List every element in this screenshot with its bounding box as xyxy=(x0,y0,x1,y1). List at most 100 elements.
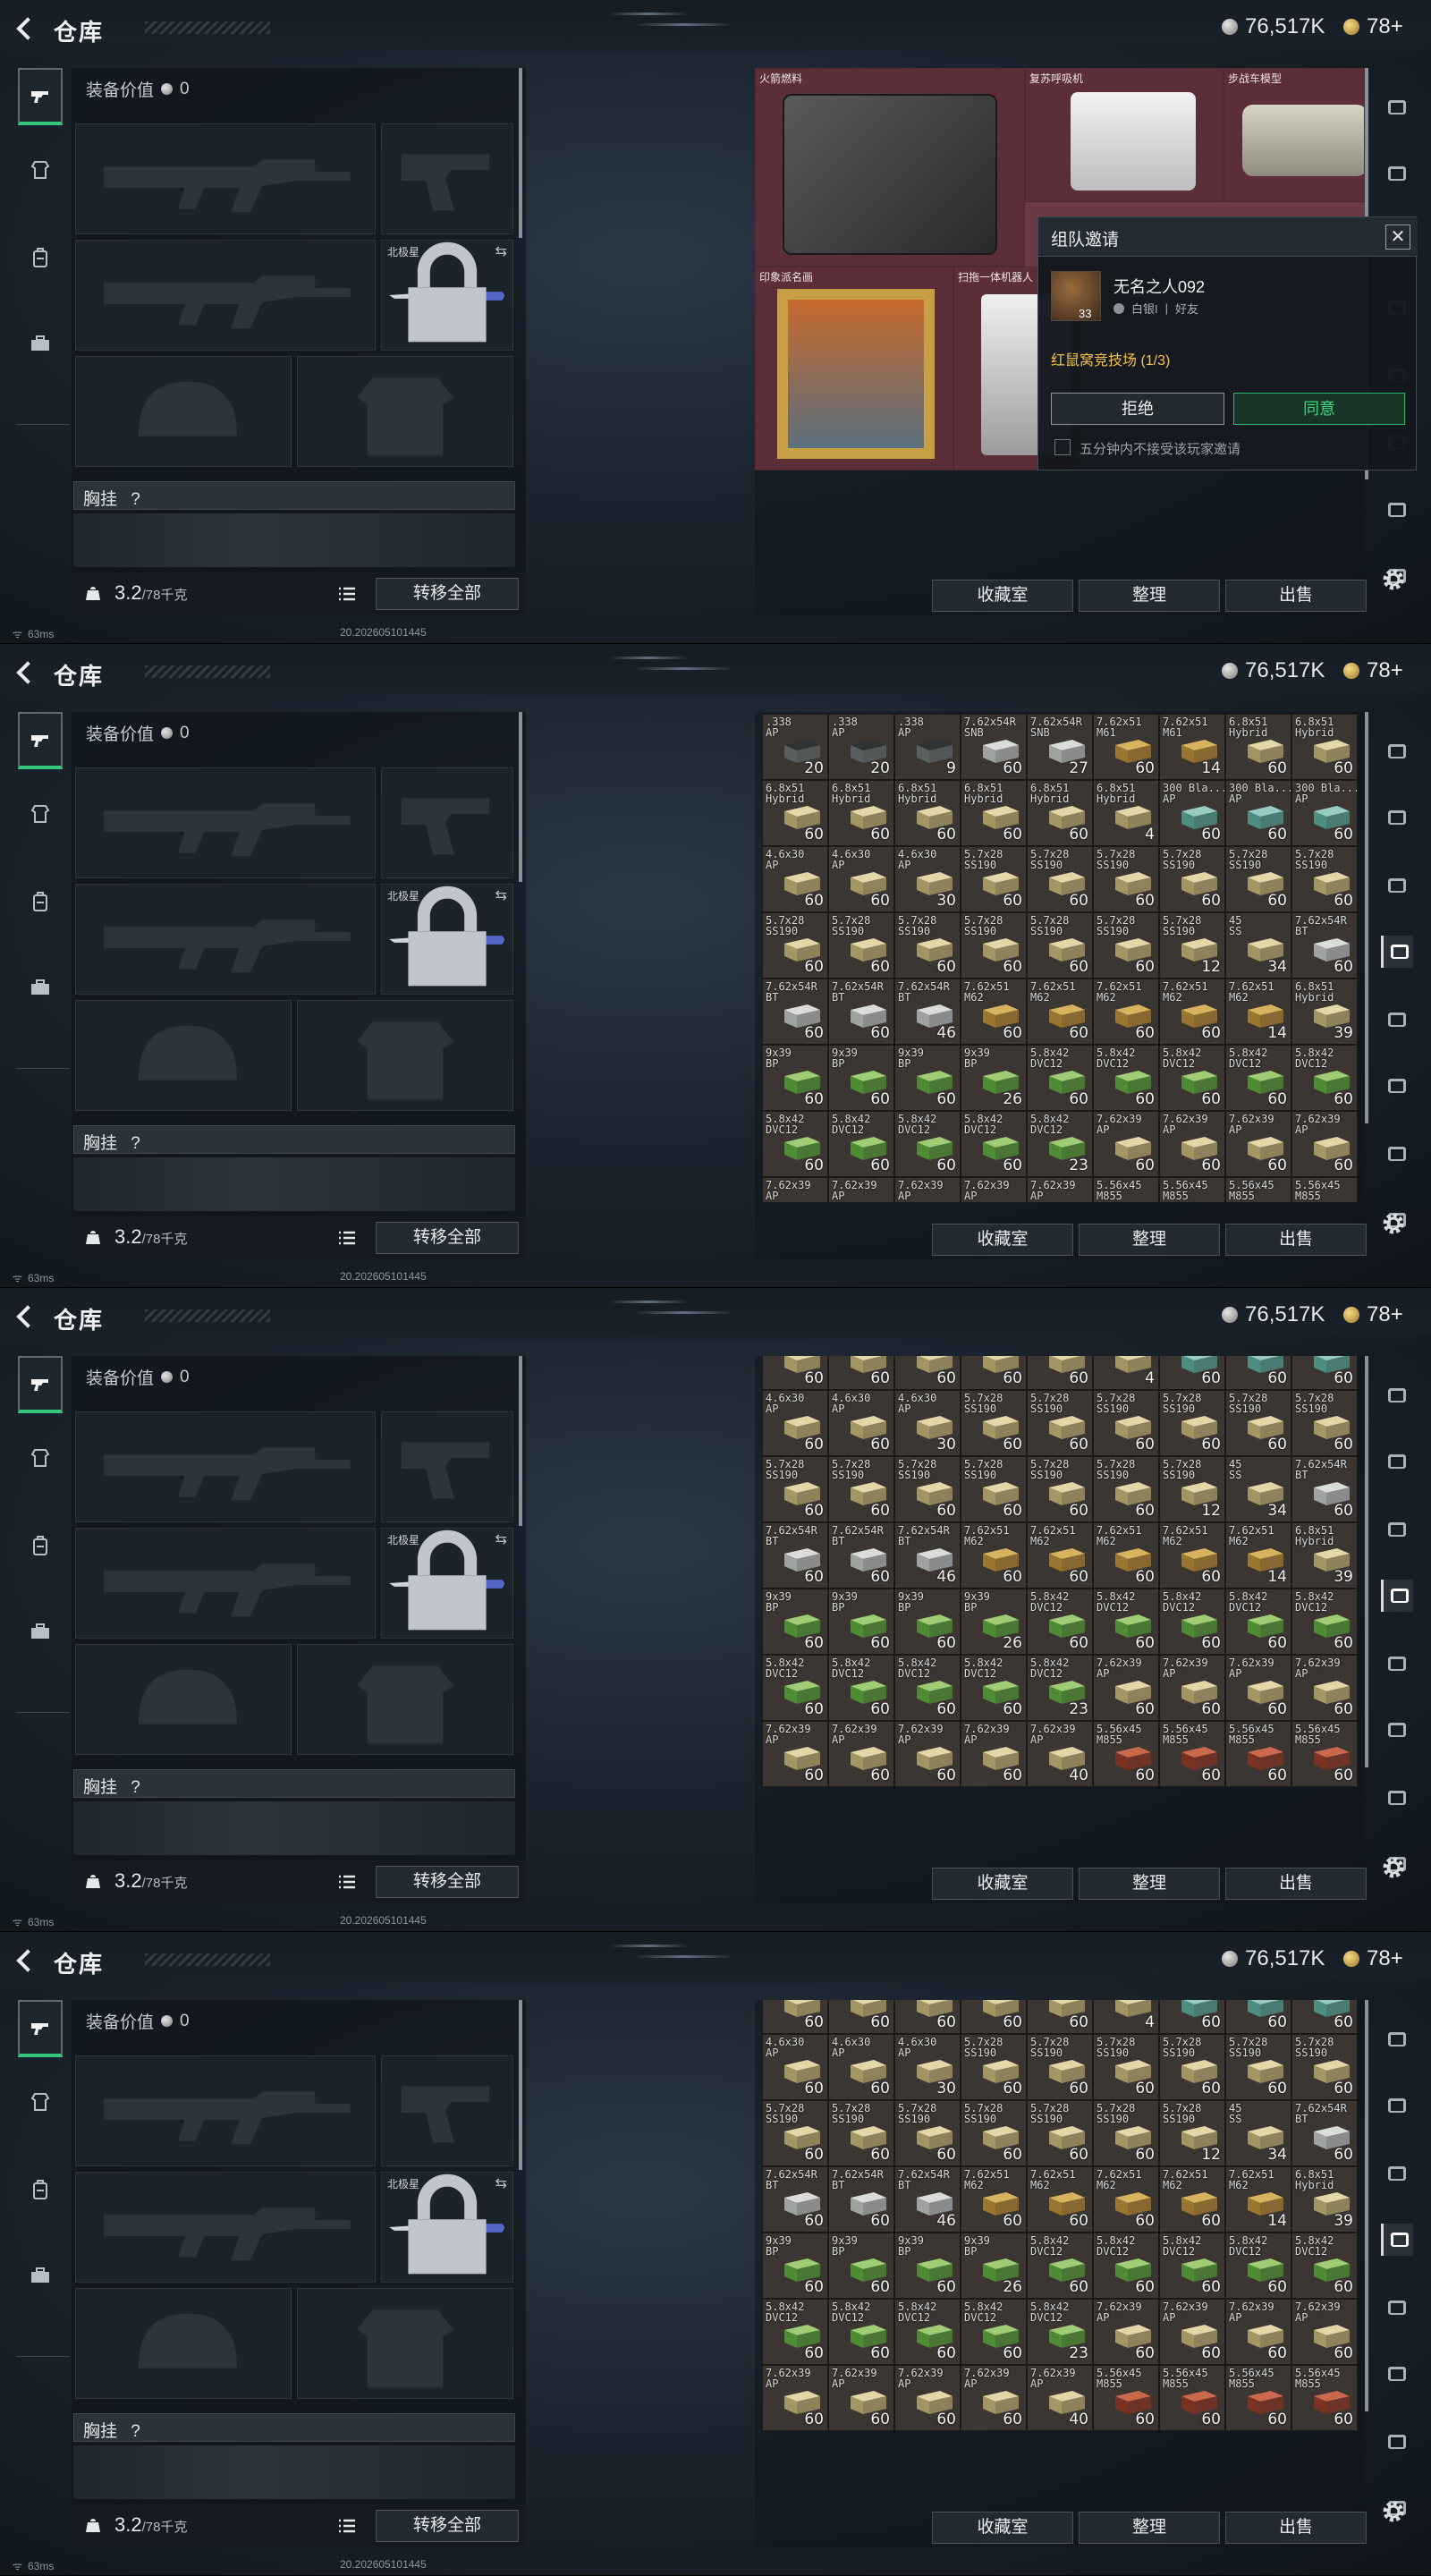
ammo-item[interactable]: 7.62x54R BT 60 xyxy=(1291,2100,1358,2166)
tab-weapons[interactable] xyxy=(18,1356,63,1413)
tab-weapons[interactable] xyxy=(18,712,63,769)
ammo-item[interactable]: 9x39 BP 26 xyxy=(961,1589,1027,1655)
helmet-slot[interactable] xyxy=(75,1644,292,1755)
ammo-item[interactable]: 6.8x51Hybrid60 xyxy=(961,780,1027,846)
currency-display[interactable]: 76,517K xyxy=(1222,14,1325,39)
ammo-item[interactable]: 7.62x39AP60 xyxy=(762,2365,828,2431)
ammo-item[interactable]: 7.62x54R BT 46 xyxy=(894,1522,961,1589)
ammo-item[interactable]: 5.7x28 SS190 60 xyxy=(1159,2034,1225,2100)
currency-display[interactable]: 76,517K xyxy=(1222,658,1325,683)
tab-backpack[interactable] xyxy=(18,1517,63,1574)
ammo-item[interactable]: 4.6x30 AP 60 xyxy=(762,2034,828,2100)
ammo-item[interactable]: 7.62x54R SNB 60 xyxy=(961,714,1027,780)
ammo-item[interactable]: 7.62x39AP60 xyxy=(828,1177,894,1202)
ammo-item[interactable]: 4.6x30 AP 60 xyxy=(828,846,894,912)
tickets-display[interactable]: 78+ xyxy=(1343,14,1403,39)
ammo-item[interactable]: 5.7x28 SS190 60 xyxy=(762,2100,828,2166)
armor-slot[interactable] xyxy=(297,2288,513,2399)
ammo-item[interactable]: 5.8x42 DVC12 23 xyxy=(1027,2299,1093,2365)
ammo-item[interactable]: 300 Bla...AP60 xyxy=(1225,1356,1291,1390)
list-icon[interactable] xyxy=(336,583,358,605)
collection-item[interactable]: 复苏呼吸机 xyxy=(1025,68,1224,202)
storage-page-tab-icon[interactable] xyxy=(1381,157,1413,190)
ammo-item[interactable]: 7.62x39AP40 xyxy=(1027,2365,1093,2431)
ammo-item[interactable]: 5.7x28 SS190 60 xyxy=(961,846,1027,912)
ammo-item[interactable]: 7.62x51 M62 60 xyxy=(1093,979,1159,1045)
ammo-item[interactable]: 6.8x51Hybrid4 xyxy=(1093,1356,1159,1390)
ammo-item[interactable]: 5.7x28 SS190 60 xyxy=(1093,1390,1159,1456)
back-arrow-icon[interactable] xyxy=(13,657,43,687)
armor-slot[interactable] xyxy=(297,1000,513,1111)
chest-rig-slot-header[interactable]: 胸挂 ? xyxy=(73,481,515,510)
ammo-item[interactable]: 5.56x45M85560 xyxy=(1225,2365,1291,2431)
storage-page-tab-icon[interactable] xyxy=(1381,1782,1413,1814)
ammo-item[interactable]: 5.7x28 SS190 60 xyxy=(1225,1390,1291,1456)
ammo-item[interactable]: 6.8x51Hybrid60 xyxy=(828,1356,894,1390)
tab-briefcase[interactable] xyxy=(18,959,63,1016)
ammo-item[interactable]: 5.8x42 DVC12 23 xyxy=(1027,1655,1093,1721)
ammo-item[interactable]: 5.8x42 DVC12 60 xyxy=(1159,1589,1225,1655)
collection-item[interactable]: 步战车模型 xyxy=(1224,68,1365,202)
ammo-item[interactable]: 5.8x42 DVC12 60 xyxy=(1093,1045,1159,1111)
chest-rig-help-icon[interactable]: ? xyxy=(131,490,140,509)
ammo-item[interactable]: 5.56x45M85560 xyxy=(1225,1721,1291,1787)
list-icon[interactable] xyxy=(336,2515,358,2537)
loadout-scrollbar[interactable] xyxy=(519,68,522,238)
ammo-item[interactable]: 7.62x39AP60 xyxy=(894,1177,961,1202)
storage-scrollbar[interactable] xyxy=(1365,1356,1368,1767)
ammo-item[interactable]: 7.62x39AP60 xyxy=(1291,1655,1358,1721)
tab-backpack[interactable] xyxy=(18,229,63,286)
ammo-item[interactable]: 5.8x42 DVC12 60 xyxy=(762,1111,828,1177)
tab-armor[interactable] xyxy=(18,2073,63,2131)
collection-room-button[interactable]: 收藏室 xyxy=(932,2512,1073,2544)
settings-gear-icon[interactable] xyxy=(1377,564,1410,596)
ammo-item[interactable]: 5.7x28 SS190 60 xyxy=(1093,846,1159,912)
storage-page-tab-icon[interactable] xyxy=(1381,801,1413,834)
ammo-item[interactable]: 7.62x39AP60 xyxy=(1291,2299,1358,2365)
storage-page-tab-icon[interactable] xyxy=(1381,1004,1413,1036)
ammo-item[interactable]: 5.7x28 SS190 60 xyxy=(762,1456,828,1522)
ammo-item[interactable]: 9x39 BP 26 xyxy=(961,2233,1027,2299)
ammo-item[interactable]: 5.7x28 SS190 60 xyxy=(762,912,828,979)
ammo-item[interactable]: 5.56x45M85560 xyxy=(1093,1177,1159,1202)
ammo-item[interactable]: 7.62x39AP60 xyxy=(1225,2299,1291,2365)
ammo-item[interactable]: 5.56x45M85560 xyxy=(1291,1721,1358,1787)
ammo-item[interactable]: 5.8x42 DVC12 60 xyxy=(1093,2233,1159,2299)
ammo-item[interactable]: 7.62x51 M62 60 xyxy=(1159,1522,1225,1589)
ammo-item[interactable]: 6.8x51Hybrid4 xyxy=(1093,780,1159,846)
ammo-item[interactable]: 6.8x51Hybrid60 xyxy=(961,2000,1027,2034)
ammo-item[interactable]: 5.7x28 SS190 60 xyxy=(961,1390,1027,1456)
storage-page-tab-icon[interactable] xyxy=(1381,1580,1413,1612)
ammo-item[interactable]: 7.62x39AP60 xyxy=(1093,1655,1159,1721)
tab-armor[interactable] xyxy=(18,1429,63,1487)
ammo-item[interactable]: 7.62x39AP60 xyxy=(762,1177,828,1202)
ammo-item[interactable]: 5.56x45M85560 xyxy=(1291,1177,1358,1202)
ammo-item[interactable]: 300 Bla...AP60 xyxy=(1291,1356,1358,1390)
ammo-item[interactable]: 5.8x42 DVC12 60 xyxy=(961,2299,1027,2365)
ammo-item[interactable]: 5.7x28 SS190 60 xyxy=(961,1456,1027,1522)
ammo-item[interactable]: 5.7x28 SS190 60 xyxy=(961,2100,1027,2166)
ammo-item[interactable]: 6.8x51 Hybrid 39 xyxy=(1291,1522,1358,1589)
ammo-item[interactable]: 300 Bla...AP60 xyxy=(1291,2000,1358,2034)
ammo-item[interactable]: 7.62x51 M62 60 xyxy=(961,1522,1027,1589)
ammo-item[interactable]: 6.8x51Hybrid60 xyxy=(1027,780,1093,846)
currency-display[interactable]: 76,517K xyxy=(1222,1946,1325,1971)
ammo-item[interactable]: 7.62x51 M62 60 xyxy=(961,979,1027,1045)
storage-page-tab-icon[interactable] xyxy=(1381,1070,1413,1102)
storage-page-tab-icon[interactable] xyxy=(1381,494,1413,526)
ammo-item[interactable]: 5.7x28 SS190 60 xyxy=(1159,1390,1225,1456)
ammo-item[interactable]: 7.62x51 M62 60 xyxy=(1093,1522,1159,1589)
ammo-item[interactable]: 7.62x54R BT 60 xyxy=(828,1522,894,1589)
storage-page-tab-icon[interactable] xyxy=(1381,2089,1413,2122)
ammo-item[interactable]: 9x39 BP 60 xyxy=(828,2233,894,2299)
ammo-item[interactable]: 5.7x28 SS190 60 xyxy=(894,2100,961,2166)
ammo-item[interactable]: 4.6x30 AP 60 xyxy=(828,2034,894,2100)
list-icon[interactable] xyxy=(336,1227,358,1249)
melee-slot[interactable]: 北极星 ⇆ xyxy=(381,2172,513,2283)
ammo-item[interactable]: 7.62x51 M62 60 xyxy=(1027,979,1093,1045)
primary-weapon-slot[interactable] xyxy=(75,123,376,234)
primary-weapon-slot[interactable] xyxy=(75,767,376,878)
ammo-item[interactable]: 7.62x51 M62 60 xyxy=(1159,2166,1225,2233)
ammo-item[interactable]: 5.7x28 SS190 12 xyxy=(1159,912,1225,979)
ammo-item[interactable]: 7.62x51 M62 60 xyxy=(961,2166,1027,2233)
